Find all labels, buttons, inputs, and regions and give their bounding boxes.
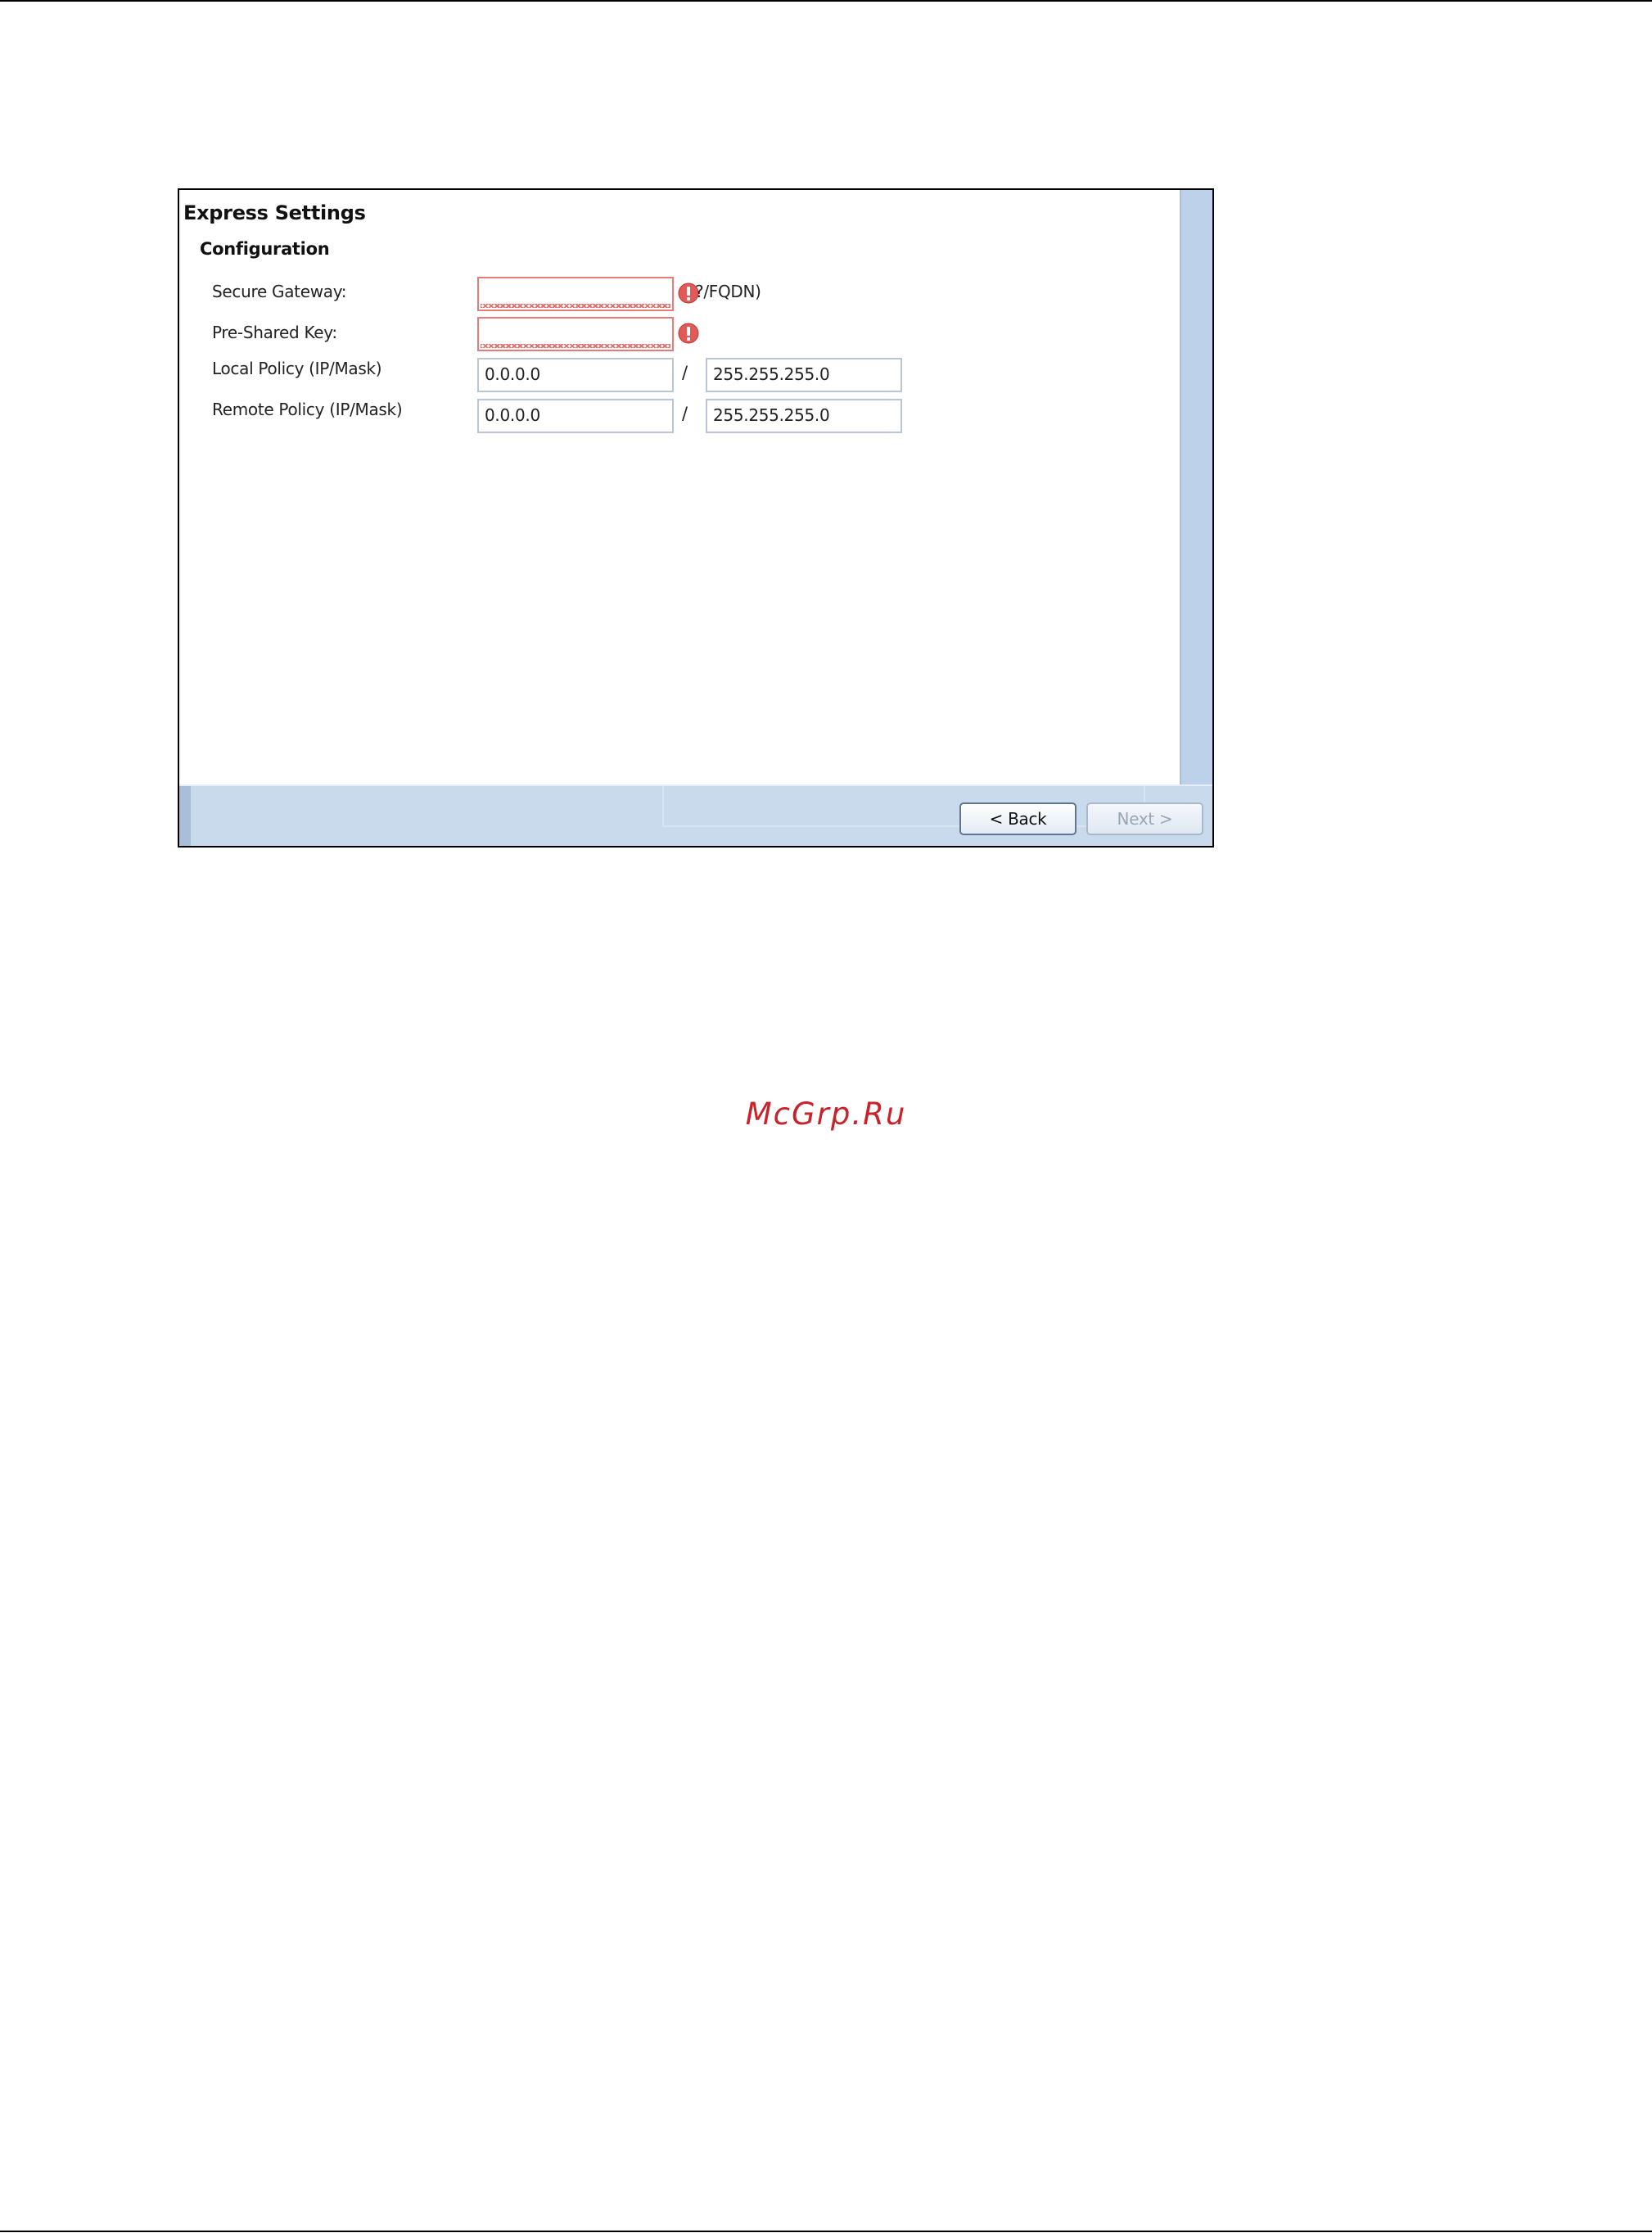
watermark-text: McGrp.Ru bbox=[745, 1096, 907, 1132]
pre-shared-key-input[interactable] bbox=[477, 317, 674, 351]
secure-gateway-input[interactable] bbox=[477, 277, 674, 311]
local-policy-separator: / bbox=[682, 363, 688, 382]
secure-gateway-hint: ?/FQDN) bbox=[695, 282, 761, 301]
local-policy-mask-input[interactable]: 255.255.255.0 bbox=[706, 358, 902, 392]
configuration-section-heading: Configuration bbox=[200, 239, 330, 259]
remote-policy-separator: / bbox=[682, 404, 688, 423]
dialog-title: Express Settings bbox=[183, 201, 366, 224]
local-policy-label: Local Policy (IP/Mask) bbox=[212, 359, 382, 378]
footer-left-edge bbox=[179, 786, 191, 846]
vertical-scrollbar[interactable] bbox=[1180, 190, 1212, 786]
page-top-rule bbox=[0, 0, 1652, 2]
remote-policy-ip-input[interactable]: 0.0.0.0 bbox=[477, 399, 674, 433]
remote-policy-mask-input[interactable]: 255.255.255.0 bbox=[706, 399, 902, 433]
next-button[interactable]: Next > bbox=[1086, 802, 1203, 835]
secure-gateway-label: Secure Gateway: bbox=[212, 282, 347, 301]
pre-shared-key-error-icon bbox=[678, 323, 699, 344]
pre-shared-key-label: Pre-Shared Key: bbox=[212, 323, 337, 342]
page-bottom-rule bbox=[0, 2231, 1652, 2232]
local-policy-ip-input[interactable]: 0.0.0.0 bbox=[477, 358, 674, 392]
remote-policy-label: Remote Policy (IP/Mask) bbox=[212, 400, 403, 419]
express-settings-dialog: Express Settings Configuration Secure Ga… bbox=[178, 188, 1214, 848]
back-button[interactable]: < Back bbox=[959, 802, 1077, 835]
